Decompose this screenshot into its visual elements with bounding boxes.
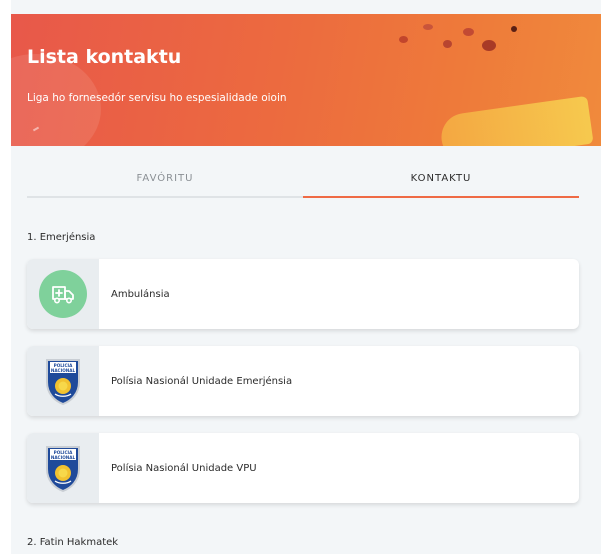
tab-favoritu[interactable]: FAVÓRITU — [27, 160, 303, 198]
section-title-fatin-hakmatek: 2. Fatin Hakmatek — [27, 537, 119, 548]
decorative-dot — [511, 26, 517, 32]
decorative-dot — [463, 28, 474, 36]
contact-card-ambulansia[interactable]: Ambulánsia — [27, 259, 579, 329]
ambulance-icon — [39, 270, 87, 318]
police-badge-icon: POLICIA NACIONAL — [46, 446, 80, 493]
decorative-dot — [399, 36, 408, 43]
page-title: Lista kontaktu — [27, 46, 182, 68]
decorative-dot — [443, 40, 452, 48]
screen: Lista kontaktu Liga ho fornesedór servis… — [0, 0, 613, 554]
contact-thumb: POLICIA NACIONAL — [27, 433, 99, 503]
contact-card-polisia-emerjensia[interactable]: POLICIA NACIONAL Polísia Nasionál Unidad… — [27, 346, 579, 416]
police-badge-icon: POLICIA NACIONAL — [46, 359, 80, 406]
page-subtitle: Liga ho fornesedór servisu ho espesialid… — [27, 92, 287, 104]
contact-list-panel: Lista kontaktu Liga ho fornesedór servis… — [11, 0, 601, 554]
section-title-emerjensia: 1. Emerjénsia — [27, 232, 96, 243]
contact-label: Ambulánsia — [111, 288, 170, 300]
svg-text:NACIONAL: NACIONAL — [51, 368, 76, 373]
contact-thumb: POLICIA NACIONAL — [27, 346, 99, 416]
decorative-blob — [438, 95, 594, 146]
contact-label: Polísia Nasionál Unidade VPU — [111, 462, 257, 474]
tab-kontaktu[interactable]: KONTAKTU — [303, 160, 579, 198]
contact-label: Polísia Nasionál Unidade Emerjénsia — [111, 375, 293, 387]
decorative-dot — [423, 24, 433, 30]
contact-thumb — [27, 259, 99, 329]
tab-bar: FAVÓRITU KONTAKTU — [27, 160, 579, 200]
contact-card-polisia-vpu[interactable]: POLICIA NACIONAL Polísia Nasionál Unidad… — [27, 433, 579, 503]
svg-text:NACIONAL: NACIONAL — [51, 455, 76, 460]
decorative-dot — [482, 40, 496, 51]
header-banner: Lista kontaktu Liga ho fornesedór servis… — [11, 14, 601, 146]
